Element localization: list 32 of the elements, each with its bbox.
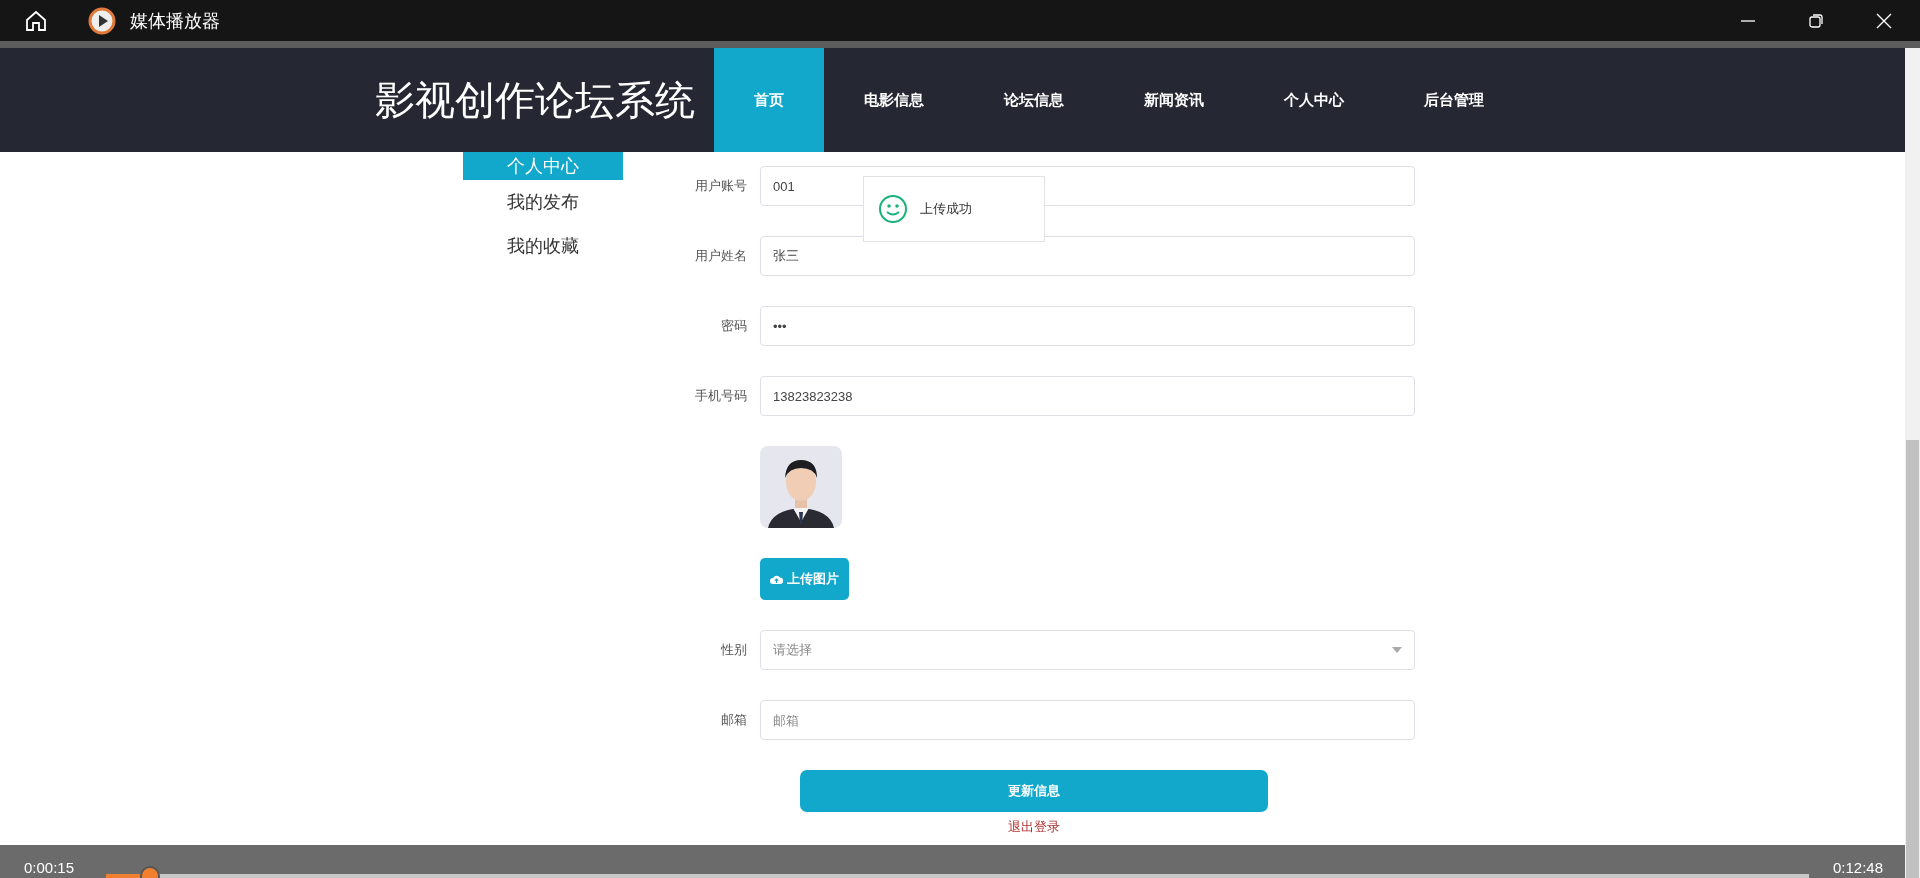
logout-link[interactable]: 退出登录 [1008, 818, 1060, 836]
field-label: 用户账号 [694, 177, 747, 195]
input-field[interactable]: 邮箱 [760, 700, 1415, 740]
smiley-icon [878, 194, 908, 224]
nav-tab[interactable]: 个人中心 [1244, 48, 1384, 152]
nav-tab[interactable]: 新闻资讯 [1104, 48, 1244, 152]
input-field[interactable]: 13823823238 [760, 376, 1415, 416]
field-label: 密码 [720, 317, 747, 335]
field-label: 手机号码 [694, 387, 747, 405]
sidebar-item[interactable]: 我的收藏 [463, 224, 623, 268]
cloud-upload-icon [770, 573, 783, 585]
field-label: 性别 [720, 641, 747, 659]
minimize-icon [1741, 19, 1755, 22]
window-title: 媒体播放器 [130, 9, 220, 33]
sidebar-item[interactable]: 我的发布 [463, 180, 623, 224]
scrollbar-thumb[interactable] [1906, 440, 1919, 878]
nav-tab[interactable]: 论坛信息 [964, 48, 1104, 152]
input-field[interactable]: 张三 [760, 236, 1415, 276]
select-field[interactable]: 请选择 [760, 630, 1415, 670]
input-field[interactable]: ••• [760, 306, 1415, 346]
nav-tab[interactable]: 电影信息 [824, 48, 964, 152]
nav-tab[interactable]: 后台管理 [1384, 48, 1524, 152]
site-title: 影视创作论坛系统 [375, 76, 695, 124]
total-time: 0:12:48 [1831, 858, 1884, 878]
restore-icon [1808, 12, 1824, 29]
caret-icon [1392, 647, 1402, 653]
elapsed-time: 0:00:15 [23, 858, 76, 878]
field-label: 邮箱 [720, 711, 747, 729]
home-icon[interactable] [24, 8, 48, 33]
close-icon [1876, 12, 1892, 29]
field-label: 用户姓名 [694, 247, 747, 265]
play-icon [88, 6, 116, 35]
